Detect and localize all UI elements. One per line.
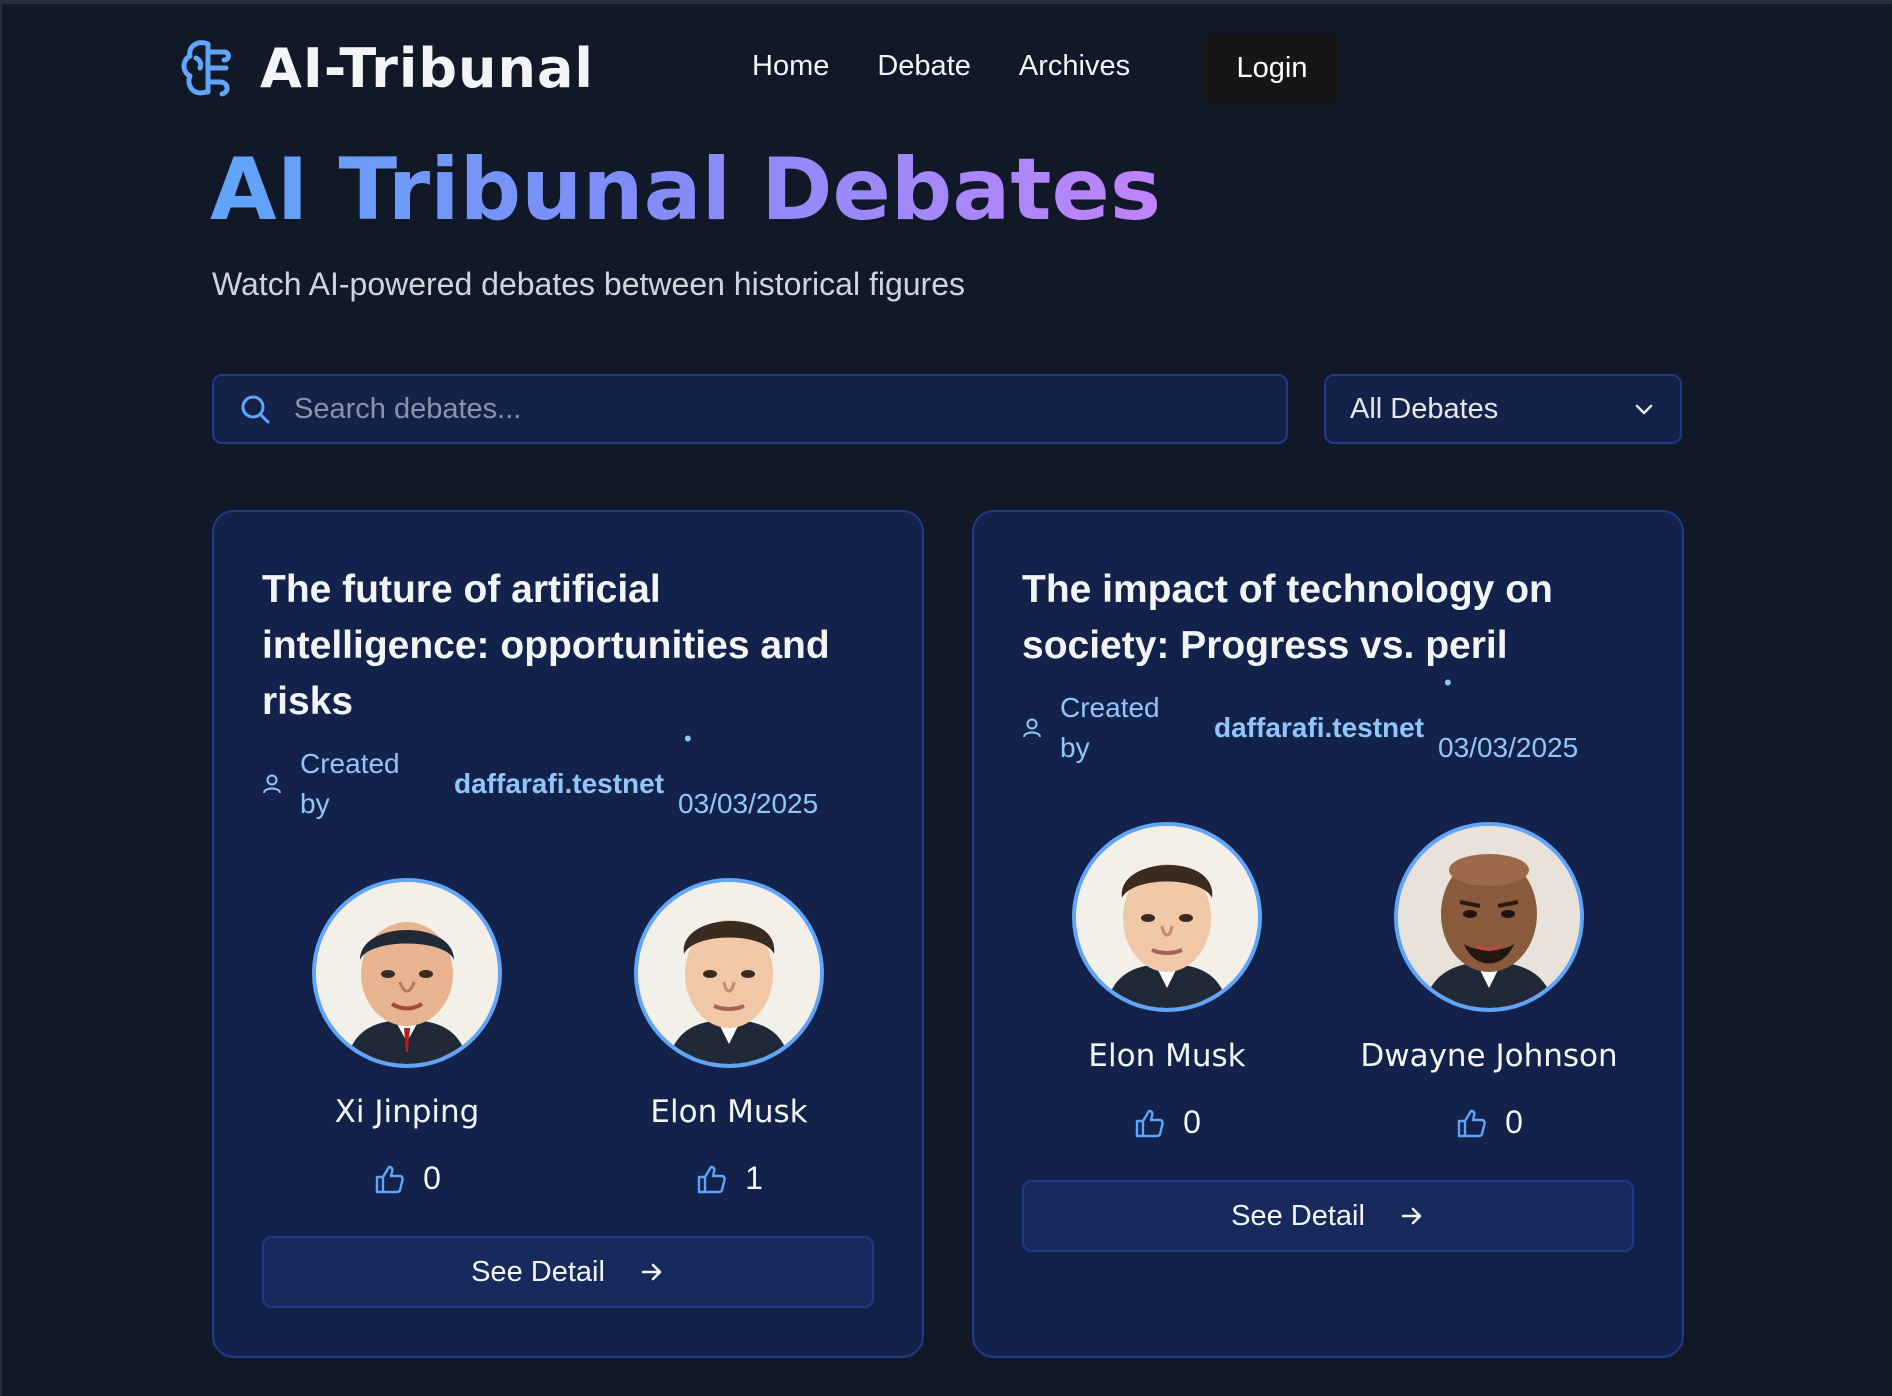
- see-detail-button[interactable]: See Detail: [262, 1236, 874, 1308]
- arrow-right-icon: [641, 1263, 662, 1281]
- page-title-part2: Debates: [761, 140, 1162, 240]
- participant-name: Elon Musk: [650, 1094, 808, 1130]
- user-icon: [263, 774, 281, 794]
- debate-date: 03/03/2025: [1438, 732, 1579, 763]
- see-detail-label: See Detail: [1231, 1199, 1365, 1232]
- site-header: AI-Tribunal Home Debate Archives Login: [0, 0, 1892, 140]
- nav-home[interactable]: Home: [752, 50, 829, 83]
- window-left-edge: [0, 0, 2, 1396]
- like-count: 0: [1183, 1104, 1201, 1140]
- avatar: [1072, 822, 1262, 1012]
- page-title: AI Tribunal Debates: [210, 140, 1161, 240]
- separator-dot: •: [684, 726, 692, 751]
- page-title-part1: AI Tribunal: [210, 140, 762, 240]
- participant-name: Xi Jinping: [334, 1094, 480, 1130]
- avatar: [1394, 822, 1584, 1012]
- brain-icon: [181, 40, 231, 97]
- thumbs-up-icon: [1457, 1109, 1486, 1137]
- like-button[interactable]: 0: [1389, 1104, 1589, 1141]
- created-by-label: Created by: [300, 748, 400, 819]
- portrait-image: [1076, 826, 1258, 1008]
- see-detail-button[interactable]: See Detail: [1022, 1180, 1634, 1252]
- nav-debate[interactable]: Debate: [877, 50, 971, 83]
- main-nav: Home Debate Archives: [752, 50, 1130, 83]
- login-button[interactable]: Login: [1204, 34, 1340, 102]
- thumbs-up-icon: [697, 1165, 726, 1193]
- thumbs-up-icon: [375, 1165, 404, 1193]
- debate-meta: Created by daffarafi.testnet • 03/03/202…: [262, 726, 819, 824]
- created-by-label: Created by: [1060, 692, 1160, 763]
- debate-meta: Created by daffarafi.testnet • 03/03/202…: [1022, 670, 1579, 768]
- creator-link[interactable]: daffarafi.testnet: [454, 768, 664, 800]
- page-subtitle: Watch AI-powered debates between histori…: [212, 266, 965, 302]
- like-count: 0: [423, 1160, 441, 1196]
- portrait-image: [638, 882, 820, 1064]
- debate-date: 03/03/2025: [678, 788, 819, 819]
- like-button[interactable]: 1: [629, 1160, 829, 1197]
- avatar: [312, 878, 502, 1068]
- debate-card: The future of artificial intelligence: o…: [212, 510, 924, 1358]
- like-count: 1: [745, 1160, 763, 1196]
- date-group: • 03/03/2025: [1438, 670, 1579, 764]
- date-group: • 03/03/2025: [678, 726, 819, 820]
- separator-dot: •: [1444, 670, 1452, 695]
- see-detail-label: See Detail: [471, 1255, 605, 1288]
- debate-filter-select[interactable]: All Debates: [1324, 374, 1682, 444]
- debate-title: The future of artificial intelligence: o…: [262, 568, 830, 723]
- portrait-image: [1398, 826, 1580, 1008]
- creator-link[interactable]: daffarafi.testnet: [1214, 712, 1424, 744]
- search-input[interactable]: [292, 391, 1286, 427]
- brand-name: AI-Tribunal: [260, 36, 594, 100]
- like-button[interactable]: 0: [307, 1160, 507, 1197]
- arrow-right-icon: [1401, 1207, 1422, 1225]
- like-button[interactable]: 0: [1067, 1104, 1267, 1141]
- debate-card: The impact of technology on society: Pro…: [972, 510, 1684, 1358]
- search-bar[interactable]: [212, 374, 1288, 444]
- user-icon: [1023, 718, 1041, 738]
- chevron-down-icon: [1635, 404, 1653, 415]
- brand-logo[interactable]: AI-Tribunal: [180, 36, 594, 100]
- avatar: [634, 878, 824, 1068]
- like-count: 0: [1505, 1104, 1523, 1140]
- search-icon: [241, 395, 270, 424]
- thumbs-up-icon: [1135, 1109, 1164, 1137]
- participant-name: Dwayne Johnson: [1360, 1038, 1618, 1074]
- debate-title: The impact of technology on society: Pro…: [1022, 568, 1553, 667]
- portrait-image: [316, 882, 498, 1064]
- nav-archives[interactable]: Archives: [1019, 50, 1130, 83]
- participant-name: Elon Musk: [1088, 1038, 1246, 1074]
- filter-selected-value: All Debates: [1350, 392, 1499, 425]
